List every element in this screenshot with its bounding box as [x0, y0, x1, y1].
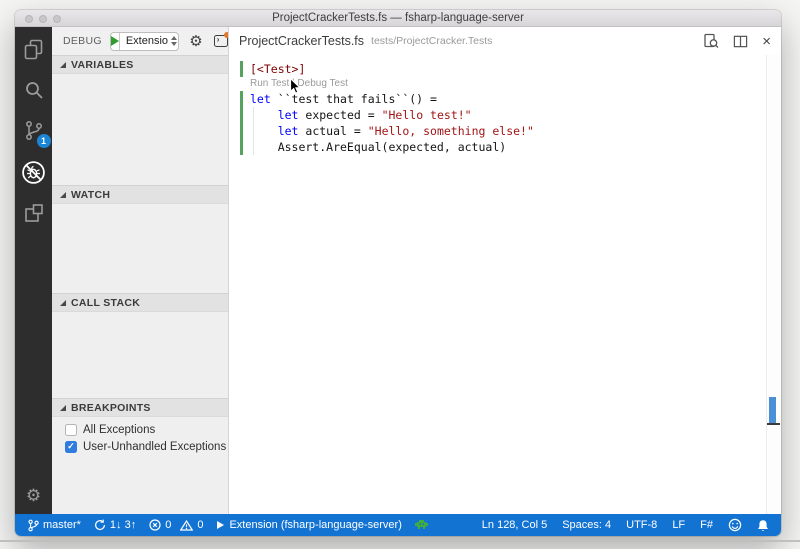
debug-configuration-select[interactable]: Extensio [120, 33, 178, 50]
overview-ruler-cursor-line [767, 423, 780, 425]
call-stack-section: CALL STACK [52, 293, 228, 398]
codelens-run-debug-test[interactable]: Run Test | Debug Test [250, 77, 766, 91]
code-line[interactable]: let expected = "Hello test!" [250, 107, 766, 123]
watch-section: WATCH [52, 185, 228, 293]
code-lines: [<Test>] Run Test | Debug Test let ``test … [229, 55, 766, 155]
code-line[interactable]: let ``test that fails``() = [250, 91, 766, 107]
breakpoints-header[interactable]: BREAKPOINTS [52, 398, 228, 417]
editor-group: ProjectCrackerTests.fs tests/ProjectCrac… [228, 27, 781, 514]
tab-title[interactable]: ProjectCrackerTests.fs [239, 34, 364, 48]
explorer-icon[interactable] [19, 34, 49, 64]
screen-bottom-divider [0, 540, 800, 542]
start-debugging-button[interactable] [110, 32, 120, 50]
overview-ruler[interactable] [766, 55, 781, 514]
debug-sidebar: DEBUG Extensio ⚙ › VARIABLES WATCH CALL … [52, 27, 231, 514]
open-preview-icon[interactable] [703, 33, 719, 49]
problems-status[interactable]: 0 0 [149, 519, 203, 531]
sync-icon [94, 519, 105, 531]
scm-badge: 1 [36, 134, 51, 148]
tab-bar: ProjectCrackerTests.fs tests/ProjectCrac… [229, 27, 781, 55]
activity-bar: 1 ⚙ [15, 27, 52, 514]
debug-task-status[interactable]: Extension (fsharp-language-server) [216, 519, 402, 531]
mouse-pointer-icon [289, 77, 302, 94]
breakpoint-all-exceptions[interactable]: ✓ All Exceptions [52, 421, 228, 438]
breakpoints-body: ✓ All Exceptions ✓ User-Unhandled Except… [52, 417, 228, 514]
cursor-position-status[interactable]: Ln 128, Col 5 [482, 519, 547, 531]
indent-guide [253, 107, 254, 155]
code-line[interactable]: Assert.AreEqual(expected, actual) [250, 139, 766, 155]
checkbox[interactable]: ✓ [65, 423, 77, 436]
configure-gear-icon[interactable]: ⚙ [189, 32, 202, 50]
warning-icon [180, 519, 194, 531]
debug-configuration-value: Extensio [125, 35, 169, 47]
select-stepper-icon [171, 36, 178, 46]
twistie-icon [60, 299, 66, 306]
error-icon [149, 519, 161, 531]
traffic-lights [25, 14, 61, 23]
overview-ruler-decoration [769, 397, 776, 423]
variables-section: VARIABLES [52, 55, 228, 185]
settings-gear-icon[interactable]: ⚙ [15, 486, 52, 506]
status-bar: master* 1↓ 3↑ 0 0 Extension (fsharp-lang… [15, 514, 781, 536]
source-control-icon[interactable]: 1 [19, 116, 51, 148]
code-line[interactable]: let actual = "Hello, something else!" [250, 123, 766, 139]
debug-console-icon[interactable]: › [213, 32, 231, 47]
call-stack-body [52, 312, 228, 398]
twistie-icon [60, 191, 66, 198]
play-icon [217, 521, 225, 529]
code-line[interactable]: [<Test>] [250, 61, 766, 77]
debug-toolbar: DEBUG Extensio ⚙ › [52, 27, 231, 55]
checkbox[interactable]: ✓ [65, 440, 77, 453]
call-stack-header[interactable]: CALL STACK [52, 293, 228, 312]
launch-control: Extensio [109, 31, 180, 51]
extensions-icon[interactable] [19, 198, 49, 228]
green-invader-icon[interactable] [414, 520, 428, 530]
git-branch-icon [28, 519, 39, 531]
vscode-window: ProjectCrackerTests.fs — fsharp-language… [15, 10, 781, 536]
window-title: ProjectCrackerTests.fs — fsharp-language… [272, 12, 524, 24]
twistie-icon [60, 61, 66, 68]
encoding-status[interactable]: UTF-8 [626, 519, 657, 531]
variables-header[interactable]: VARIABLES [52, 55, 228, 74]
git-branch-status[interactable]: master* [28, 519, 81, 532]
zoom-window-button[interactable] [53, 14, 61, 23]
close-window-button[interactable] [25, 14, 33, 23]
twistie-icon [60, 404, 66, 411]
git-sync-status[interactable]: 1↓ 3↑ [94, 519, 136, 531]
code-editor[interactable]: [<Test>] Run Test | Debug Test let ``test … [229, 55, 766, 514]
breakpoint-user-unhandled-exceptions[interactable]: ✓ User-Unhandled Exceptions [52, 438, 228, 455]
language-mode-status[interactable]: F# [700, 519, 713, 531]
watch-header[interactable]: WATCH [52, 185, 228, 204]
modified-gutter-indicator [240, 61, 243, 77]
split-editor-icon[interactable] [733, 34, 748, 49]
watch-body [52, 204, 228, 293]
indentation-status[interactable]: Spaces: 4 [562, 519, 611, 531]
tab-description: tests/ProjectCracker.Tests [371, 35, 493, 47]
titlebar: ProjectCrackerTests.fs — fsharp-language… [15, 10, 781, 27]
variables-body [52, 74, 228, 185]
eol-status[interactable]: LF [672, 519, 685, 531]
notifications-bell-icon[interactable] [757, 519, 769, 532]
minimize-window-button[interactable] [39, 14, 47, 23]
search-icon[interactable] [19, 75, 49, 105]
modified-gutter-indicator [240, 91, 243, 155]
debug-view-label: DEBUG [63, 35, 102, 47]
breakpoints-section: BREAKPOINTS ✓ All Exceptions ✓ User-Unha… [52, 398, 228, 514]
feedback-smiley-icon[interactable] [728, 518, 742, 532]
debug-icon[interactable] [19, 157, 49, 187]
close-tab-icon[interactable]: × [762, 34, 771, 49]
